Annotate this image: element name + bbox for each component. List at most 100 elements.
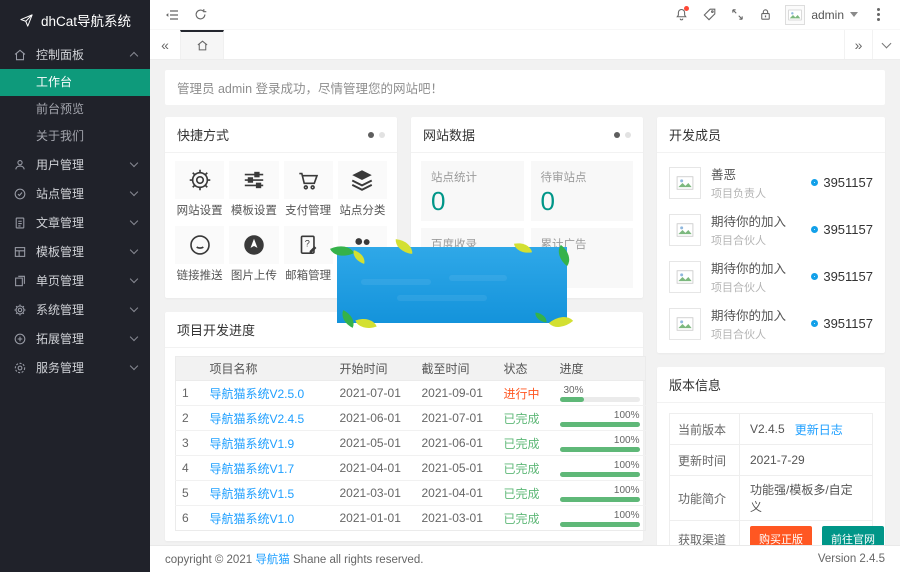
tab-home[interactable] (180, 30, 224, 59)
sidebar-item-front-preview[interactable]: 前台预览 (0, 96, 150, 123)
tabs-menu-chevron[interactable] (872, 30, 900, 59)
sidebar-group-extensions[interactable]: 拓展管理 (0, 324, 150, 353)
gear-icon (187, 167, 213, 193)
lock-icon[interactable] (751, 0, 779, 30)
sidebar-group-pages[interactable]: 单页管理 (0, 266, 150, 295)
promo-banner-image[interactable] (337, 247, 567, 323)
project-name-link[interactable]: 导航猫系统V2.4.5 (210, 412, 305, 426)
member-row: 期待你的加入 项目合伙人 3951157 (657, 253, 885, 300)
sidebar-group-control-panel[interactable]: 控制面板 (0, 40, 150, 69)
sidebar-group-services[interactable]: 服务管理 (0, 353, 150, 382)
qq-number: 3951157 (823, 222, 873, 237)
shortcut-template-settings[interactable]: 模板设置 (229, 161, 278, 218)
progress-bar: 100% (560, 485, 640, 502)
project-name-link[interactable]: 导航猫系统V2.5.0 (210, 387, 305, 401)
progress-bar: 100% (560, 410, 640, 427)
sidebar-item-workbench[interactable]: 工作台 (0, 69, 150, 96)
sidebar-group-sites[interactable]: 站点管理 (0, 179, 150, 208)
tag-icon[interactable] (695, 0, 723, 30)
sidebar-group-label: 用户管理 (36, 156, 131, 173)
tab-bar: « » (150, 30, 900, 60)
stat-value: 0 (431, 185, 514, 217)
notification-badge (684, 6, 689, 11)
member-name: 期待你的加入 (711, 211, 811, 230)
start-date: 2021-05-01 (334, 431, 416, 456)
end-date: 2021-07-01 (416, 406, 498, 431)
project-name-link[interactable]: 导航猫系统V1.5 (210, 487, 295, 501)
chevron-down-icon (130, 275, 138, 283)
dot-active[interactable] (368, 132, 374, 138)
refresh-icon[interactable] (186, 0, 214, 30)
row-seq: 4 (176, 456, 204, 481)
stat-card-pending-sites: 待审站点 0 (531, 161, 634, 221)
shortcut-mail-manage[interactable]: ? 邮箱管理 (284, 226, 333, 283)
brand-link[interactable]: 导航猫 (255, 554, 290, 566)
member-contact[interactable]: 3951157 (811, 316, 873, 331)
pages-icon (13, 274, 27, 288)
status-badge: 已完成 (504, 512, 540, 526)
row-seq: 2 (176, 406, 204, 431)
user-icon (13, 158, 27, 172)
qq-icon (811, 179, 818, 186)
panel-title: 项目开发进度 (177, 320, 255, 339)
member-avatar (669, 214, 701, 246)
shortcut-image-upload[interactable]: 图片上传 (229, 226, 278, 283)
collapse-menu-icon[interactable] (158, 0, 186, 30)
compass-icon (241, 232, 267, 258)
right-column: 开发成员 善恶 项目负责人 (657, 117, 885, 545)
progress-bar: 100% (560, 510, 640, 527)
projects-table: 项目名称 开始时间 截至时间 状态 进度 (175, 356, 646, 531)
sidebar-group-templates[interactable]: 模板管理 (0, 237, 150, 266)
table-row: 5 导航猫系统V1.5 2021-03-01 2021-04-01 已完成 (176, 481, 646, 506)
row-seq: 1 (176, 381, 204, 406)
projects-table-body: 1 导航猫系统V2.5.0 2021-07-01 2021-09-01 进行中 (176, 381, 646, 531)
changelog-link[interactable]: 更新日志 (795, 421, 843, 438)
projects-panel: 项目开发进度 项目名称 开始时间 截至时间 (165, 312, 643, 541)
service-icon (13, 361, 27, 375)
app-logo[interactable]: dhCat导航系统 (0, 0, 150, 40)
user-menu[interactable]: admin (779, 5, 864, 25)
caret-down-icon (850, 12, 858, 17)
project-name-link[interactable]: 导航猫系统V1.0 (210, 512, 295, 526)
sidebar-item-about-us[interactable]: 关于我们 (0, 123, 150, 150)
sidebar-group-label: 系统管理 (36, 301, 131, 318)
check-circle-icon (13, 187, 27, 201)
member-contact[interactable]: 3951157 (811, 269, 873, 284)
project-name-link[interactable]: 导航猫系统V1.7 (210, 462, 295, 476)
panel-title: 版本信息 (669, 375, 721, 394)
shortcut-site-settings[interactable]: 网站设置 (175, 161, 224, 218)
chevron-down-icon (130, 362, 138, 370)
left-column: 快捷方式 网站设置 (165, 117, 643, 545)
member-contact[interactable]: 3951157 (811, 175, 873, 190)
home-tab-icon (196, 39, 209, 52)
tabs-scroll-right[interactable]: » (844, 30, 872, 59)
column-header: 截至时间 (416, 357, 498, 381)
progress-bar: 100% (560, 460, 640, 477)
panel-title: 开发成员 (669, 125, 721, 144)
shortcut-link-push[interactable]: 链接推送 (175, 226, 224, 283)
dot-active[interactable] (614, 132, 620, 138)
sidebar-submenu: 工作台 前台预览 关于我们 (0, 69, 150, 150)
shortcut-payment[interactable]: 支付管理 (284, 161, 333, 218)
dot[interactable] (379, 132, 385, 138)
tabs-scroll-left[interactable]: « (150, 30, 180, 59)
more-options-kebab-icon[interactable] (864, 0, 892, 30)
notifications-bell-icon[interactable] (667, 0, 695, 30)
member-contact[interactable]: 3951157 (811, 222, 873, 237)
buy-genuine-button[interactable]: 购买正版 (750, 526, 812, 545)
official-site-button[interactable]: 前往官网 (822, 526, 884, 545)
circle-plus-icon (13, 332, 27, 346)
member-role: 项目合伙人 (711, 326, 811, 342)
sidebar-group-users[interactable]: 用户管理 (0, 150, 150, 179)
column-header: 项目名称 (204, 357, 334, 381)
member-name: 期待你的加入 (711, 258, 811, 277)
shortcut-site-category[interactable]: 站点分类 (338, 161, 387, 218)
member-role: 项目合伙人 (711, 279, 811, 295)
sidebar-group-system[interactable]: 系统管理 (0, 295, 150, 324)
dot[interactable] (625, 132, 631, 138)
fullscreen-icon[interactable] (723, 0, 751, 30)
project-name-link[interactable]: 导航猫系统V1.9 (210, 437, 295, 451)
paper-plane-icon (19, 13, 34, 28)
sidebar-group-articles[interactable]: 文章管理 (0, 208, 150, 237)
sidebar-group-label: 单页管理 (36, 272, 131, 289)
